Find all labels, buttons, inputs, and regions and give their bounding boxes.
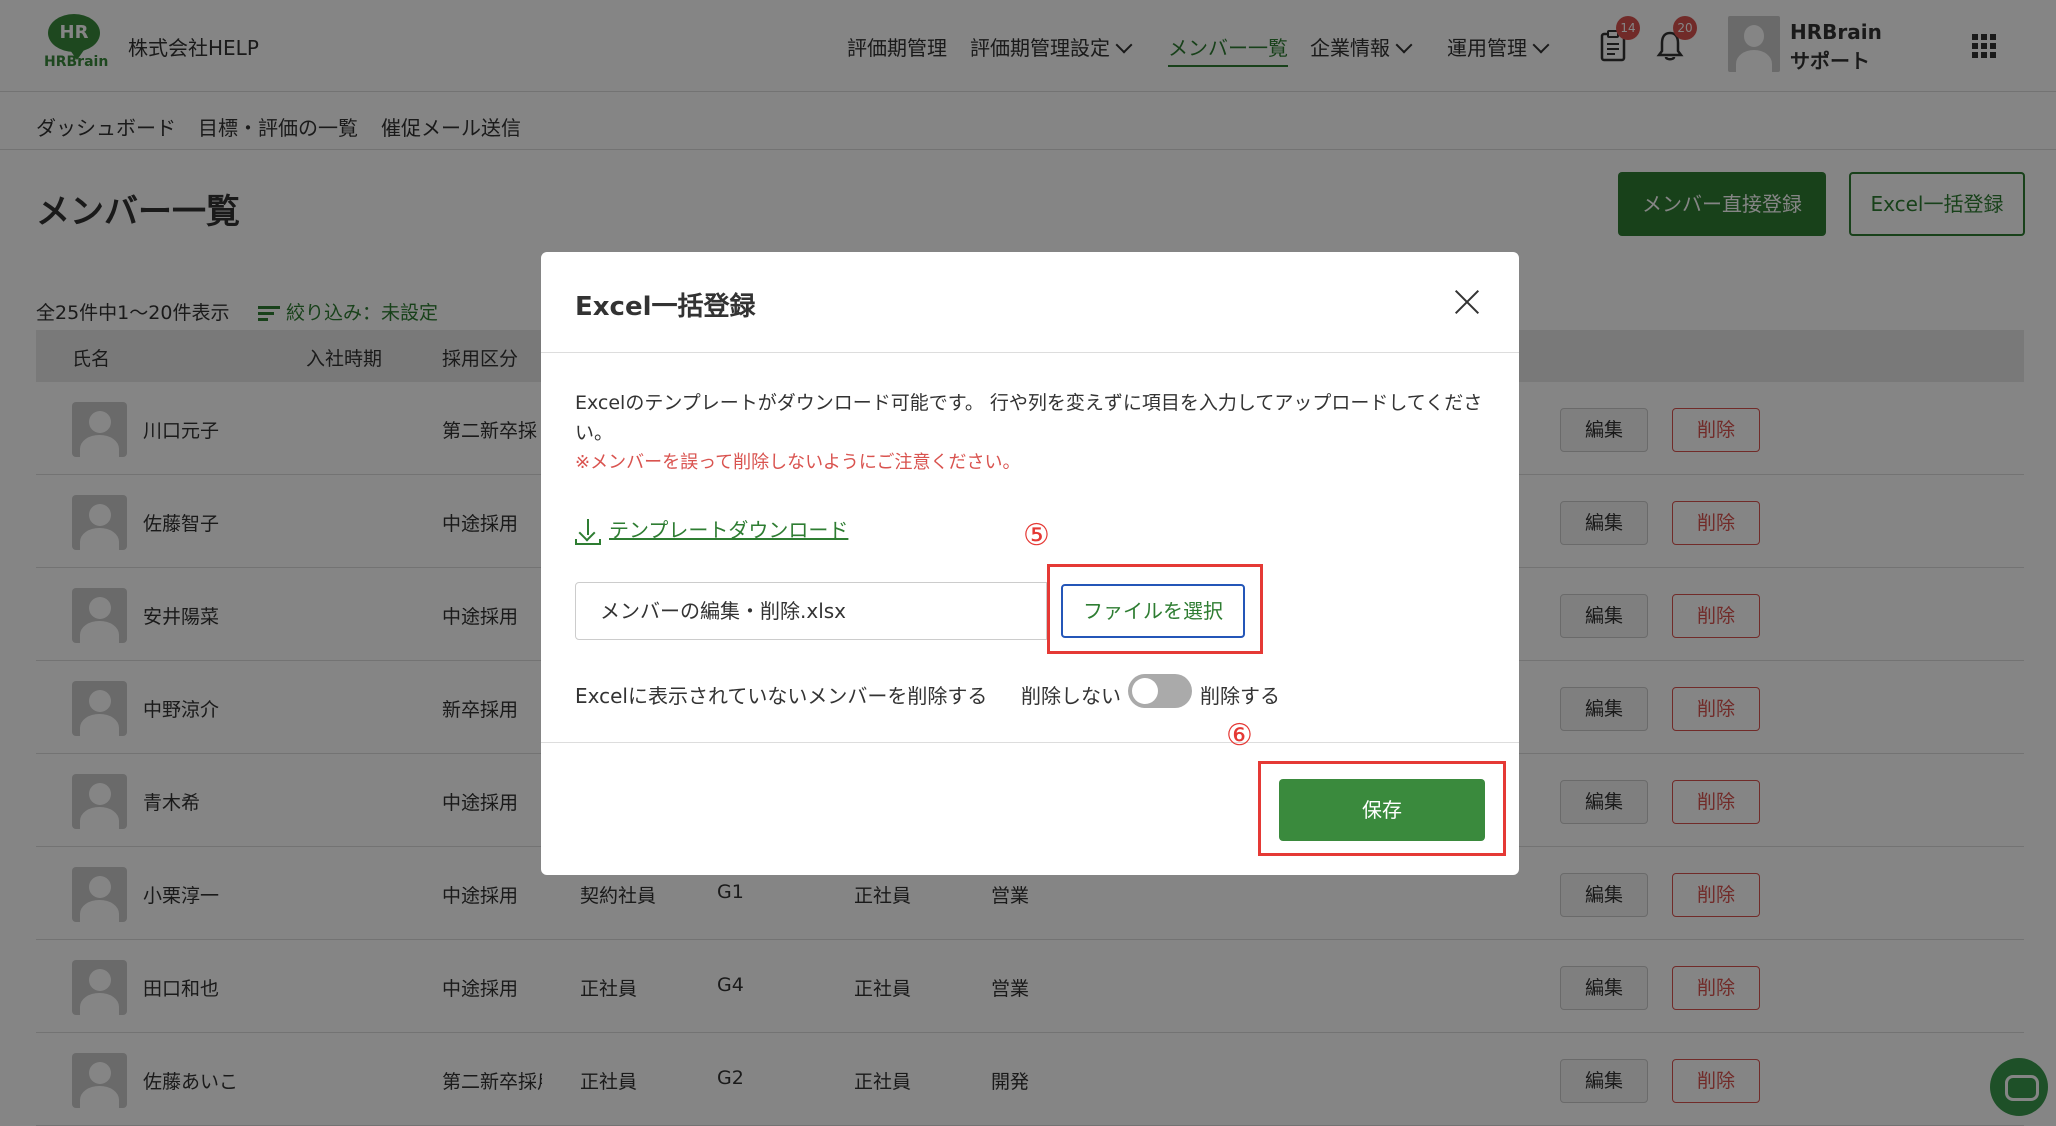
divider <box>541 742 1519 743</box>
close-icon[interactable] <box>1453 288 1481 316</box>
save-button[interactable]: 保存 <box>1279 779 1485 841</box>
delete-members-toggle[interactable] <box>1128 674 1192 708</box>
modal-description: Excelのテンプレートがダウンロード可能です。 行や列を変えずに項目を入力して… <box>575 392 1483 444</box>
template-download-label: テンプレートダウンロード <box>609 518 849 542</box>
excel-bulk-register-modal: Excel一括登録 Excelのテンプレートがダウンロード可能です。 行や列を変… <box>541 252 1519 875</box>
modal-warning: ※メンバーを誤って削除しないようにご注意ください。 <box>575 452 1021 473</box>
toggle-on-label: 削除する <box>1200 684 1280 708</box>
toggle-off-label: 削除しない <box>1021 684 1121 708</box>
delete-option-label: Excelに表示されていないメンバーを削除する <box>575 684 988 708</box>
template-download-link[interactable]: テンプレートダウンロード <box>575 514 848 545</box>
step5-highlight-box <box>1047 564 1263 654</box>
divider <box>541 352 1519 353</box>
toggle-knob <box>1132 678 1158 704</box>
step5-number: ⑤ <box>1023 518 1050 553</box>
download-icon <box>575 518 601 545</box>
step6-number: ⑥ <box>1226 718 1253 753</box>
file-name-field[interactable]: メンバーの編集・削除.xlsx <box>575 582 1047 640</box>
modal-title: Excel一括登録 <box>575 292 756 322</box>
